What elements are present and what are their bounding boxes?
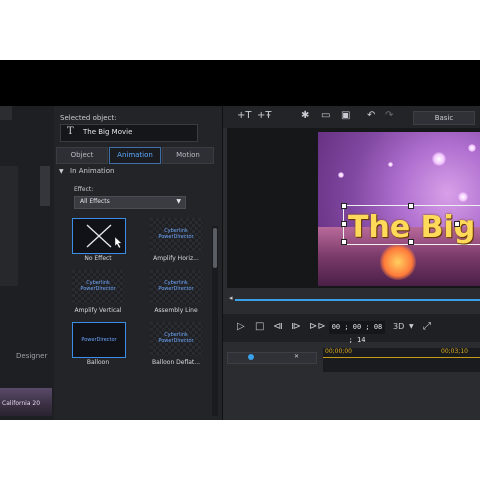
designer-button[interactable]: Designer [16,352,47,360]
tile-thumb-text: Cyberlink PowerDirector [158,280,194,292]
video-frame: The Big M [318,132,480,286]
resize-handle[interactable] [408,203,414,209]
3d-mode-dropdown[interactable]: 3D [393,322,404,331]
effect-label-balloon-deflate: Balloon Deflat... [151,359,201,366]
selected-object-label: Selected object: [60,114,117,122]
left-panel: Designer California 20 [0,106,54,420]
playback-controls: ▷ □ ⧏ ⧐ ⊳⊳ 00 ; 00 ; 08 ; 14 3D ▼ ⤢ [223,314,480,344]
effect-tile-amplify-vertical[interactable]: Cyberlink PowerDirector [72,270,124,304]
sparkle [388,162,393,167]
resize-handle[interactable] [341,221,347,227]
selected-object-value: The Big Movie [83,128,133,136]
sparkle [458,192,468,202]
preview-stage: The Big M [227,128,480,288]
left-toolbar-block [0,106,12,120]
scrubber-marker-icon[interactable]: ◂ [229,294,233,302]
redo-icon[interactable]: ↷ [385,110,393,121]
collapse-triangle-icon: ▼ [59,168,64,175]
selected-object-field[interactable]: T The Big Movie [60,124,198,142]
effect-tile-assembly-line[interactable]: Cyberlink PowerDirector [150,270,202,304]
title-text-selection-box[interactable]: The Big M [341,203,480,245]
preview-scrubber[interactable]: ◂ [227,294,480,304]
preview-area: +T +Ŧ ✱ ▭ ▣ ↶ ↷ Basic The Big M [223,106,480,420]
effect-tile-balloon-deflate[interactable]: Cyberlink PowerDirector [150,322,202,356]
text-icon: T [67,126,74,137]
sunset-glow [380,244,416,280]
particle-icon[interactable]: ✱ [301,110,309,121]
previous-frame-icon[interactable]: ⧏ [273,321,283,332]
effect-tile-no-effect[interactable] [72,218,126,254]
timeline-ruler[interactable]: 00;00;00 00;03;10 [323,348,480,372]
sparkle [432,152,446,166]
effect-tile-balloon[interactable]: PowerDirector [72,322,126,358]
resize-handle[interactable] [408,239,414,245]
sparkle [338,172,344,178]
video-title-text[interactable]: The Big M [348,210,480,245]
insert-text-icon[interactable]: +T [237,110,252,121]
ruler-line [323,357,480,358]
effect-dropdown-value: All Effects [80,198,110,205]
effect-label-assembly-line: Assembly Line [154,307,198,314]
tile-thumb-text: Cyberlink PowerDirector [80,280,116,292]
left-scrollbar[interactable] [40,166,50,206]
left-library-area [0,166,18,286]
tab-motion[interactable]: Motion [162,147,214,164]
app-window: Designer California 20 Selected object: … [0,60,480,420]
rotate-handle[interactable] [454,221,460,227]
zoom-reset-icon[interactable]: ✕ [294,353,299,360]
effect-dropdown[interactable]: All Effects ▼ [74,196,186,209]
fullscreen-icon[interactable]: ⤢ [423,321,431,332]
resize-handle[interactable] [341,203,347,209]
insert-shape-icon[interactable]: ▭ [321,110,330,121]
designer-toolbar: +T +Ŧ ✱ ▭ ▣ ↶ ↷ Basic [223,106,480,128]
tile-thumb-text: PowerDirector [81,337,117,343]
tile-thumb-text: Cyberlink PowerDirector [158,228,194,240]
effects-scrollbar[interactable] [212,226,218,416]
effect-label-amplify-vertical: Amplify Vertical [74,307,122,314]
ruler-tick: 00;03;10 [441,348,468,355]
in-animation-section-header[interactable]: ▼ In Animation [54,166,212,178]
scrollbar-thumb[interactable] [213,228,217,268]
next-frame-icon[interactable]: ⧐ [291,321,301,332]
insert-image-icon[interactable]: ▣ [341,110,350,121]
timeline-zoom-slider[interactable]: ✕ [227,352,317,364]
fast-forward-icon[interactable]: ⊳⊳ [309,321,326,332]
tile-thumb-text: Cyberlink PowerDirector [158,332,194,344]
resize-handle[interactable] [341,239,347,245]
scrubber-track[interactable] [235,299,480,301]
chevron-down-icon[interactable]: ▼ [409,323,414,330]
timecode-display[interactable]: 00 ; 00 ; 08 ; 14 [329,321,385,344]
effect-label: Effect: [74,186,94,193]
section-title: In Animation [70,167,115,175]
effect-label-no-effect: No Effect [84,255,112,262]
ruler-tick: 00;00;00 [325,348,352,355]
text-effect-icon[interactable]: +Ŧ [257,110,272,121]
tab-animation[interactable]: Animation [109,147,161,164]
undo-icon[interactable]: ↶ [367,110,375,121]
no-effect-x-icon [86,224,122,249]
title-designer-panel: Selected object: T The Big Movie Object … [54,106,223,420]
effect-label-amplify-horizontal: Amplify Horiz... [153,255,199,262]
chevron-down-icon: ▼ [176,198,181,205]
thumbnail-caption: California 20 [2,400,41,407]
basic-mode-toggle[interactable]: Basic [413,111,475,125]
effect-label-balloon: Balloon [86,359,110,366]
stop-icon[interactable]: □ [255,321,264,332]
sparkle [468,144,476,152]
zoom-slider-thumb[interactable] [248,354,254,360]
effect-tile-amplify-horizontal[interactable]: Cyberlink PowerDirector [150,218,202,252]
tab-object[interactable]: Object [56,147,108,164]
video-thumbnail[interactable]: California 20 [0,388,52,416]
play-icon[interactable]: ▷ [237,321,245,332]
